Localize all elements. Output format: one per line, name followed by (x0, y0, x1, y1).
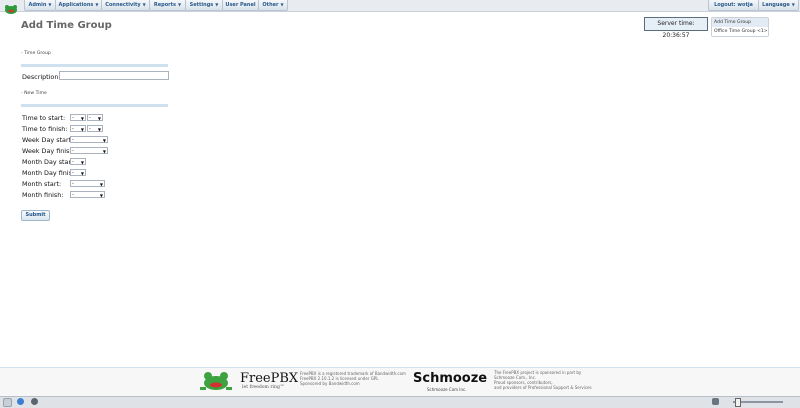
note-line: Sponsored by Bandwidth.com (300, 381, 360, 386)
month-start-select[interactable]: - ▼ (70, 180, 105, 187)
week-day-start-select[interactable]: - ▼ (70, 136, 108, 143)
week-day-start-label: Week Day start: (22, 136, 74, 144)
chevron-down-icon: ▼ (215, 2, 219, 7)
nav-connectivity[interactable]: Connectivity ▼ (101, 0, 150, 11)
description-input[interactable] (59, 71, 169, 80)
chevron-down-icon: ▼ (95, 2, 99, 7)
language-menu[interactable]: Language ▼ (758, 0, 799, 11)
speaker-icon[interactable] (31, 398, 38, 405)
chevron-down-icon: ▼ (99, 193, 103, 198)
chevron-down-icon: ▼ (99, 182, 103, 187)
right-nav-list: Add Time Group Office Time Group <1> (711, 17, 769, 37)
nav-label: Applications (58, 2, 94, 8)
server-time: Server time: 20:36:57 (644, 17, 708, 39)
month-day-start-label: Month Day start: (22, 158, 76, 166)
submit-button[interactable]: Submit (21, 210, 50, 221)
schmooze-note: The FreePBX project is sponsored in part… (494, 370, 592, 390)
page-title: Add Time Group (21, 20, 112, 31)
language-label: Language (762, 2, 790, 8)
select-value: - (72, 126, 74, 132)
zoom-slider-handle[interactable] (735, 398, 741, 407)
nav-settings[interactable]: Settings ▼ (185, 0, 223, 11)
time-finish-minute-select[interactable]: - ▼ (87, 125, 103, 132)
window-icon[interactable] (3, 398, 12, 407)
chevron-down-icon: ▼ (48, 2, 52, 7)
freepbx-frog-logo-icon[interactable] (2, 0, 20, 14)
time-start-label: Time to start: (22, 114, 66, 122)
select-value: - (72, 181, 74, 187)
week-day-finish-label: Week Day finish: (22, 147, 76, 155)
nav-admin[interactable]: Admin ▼ (24, 0, 56, 11)
nav-applications[interactable]: Applications ▼ (55, 0, 102, 11)
rnav-add-time-group[interactable]: Add Time Group (712, 18, 768, 27)
status-bar (0, 396, 800, 408)
time-finish-hour-select[interactable]: - ▼ (70, 125, 86, 132)
select-value: - (72, 137, 74, 143)
select-value: - (72, 192, 74, 198)
week-day-finish-select[interactable]: - ▼ (70, 147, 108, 154)
chevron-down-icon: ▼ (80, 127, 84, 132)
cloud-icon[interactable] (17, 398, 24, 405)
nav-label: Reports (153, 2, 176, 8)
chevron-down-icon: ▼ (178, 2, 182, 7)
section-new-time-label[interactable]: - New Time (21, 91, 47, 96)
chevron-down-icon: ▼ (791, 2, 795, 7)
logout-button[interactable]: Logout: wotja (708, 0, 759, 11)
chevron-down-icon: ▼ (80, 116, 84, 121)
note-line: and providers of Professional Support & … (494, 385, 592, 390)
month-start-label: Month start: (22, 180, 62, 188)
select-value: - (72, 115, 74, 121)
section-divider (21, 104, 168, 107)
month-day-finish-select[interactable]: - ▼ (70, 169, 86, 176)
nav-user-panel[interactable]: User Panel (222, 0, 259, 11)
nav-label: Other (262, 2, 279, 8)
nav-label: User Panel (225, 2, 256, 8)
section-time-group-label[interactable]: - Time Group (21, 51, 51, 56)
select-value: - (72, 159, 74, 165)
select-value: - (89, 115, 91, 121)
chevron-down-icon: ▼ (97, 127, 101, 132)
select-value: - (89, 126, 91, 132)
month-finish-select[interactable]: - ▼ (70, 191, 105, 198)
nav-reports[interactable]: Reports ▼ (149, 0, 186, 11)
nav-other[interactable]: Other ▼ (258, 0, 288, 11)
nav-label: Connectivity (105, 2, 141, 8)
freepbx-logo-text: FreePBX (240, 371, 299, 386)
time-finish-label: Time to finish: (22, 125, 68, 133)
chevron-down-icon: ▼ (102, 138, 106, 143)
nav-label: Admin (28, 2, 47, 8)
month-day-start-select[interactable]: - ▼ (70, 158, 86, 165)
select-value: - (72, 170, 74, 176)
section-divider (21, 64, 168, 67)
chevron-down-icon: ▼ (80, 160, 84, 165)
chevron-down-icon: ▼ (280, 2, 284, 7)
select-value: - (72, 148, 74, 154)
rnav-office-time-group[interactable]: Office Time Group <1> (712, 27, 768, 36)
chevron-down-icon: ▼ (102, 149, 106, 154)
freepbx-note: FreePBX is a registered trademark of Ban… (300, 371, 406, 386)
description-label-text: Description (22, 73, 59, 81)
time-start-hour-select[interactable]: - ▼ (70, 114, 86, 121)
logout-label: Logout: wotja (714, 2, 753, 8)
schmooze-logo-text[interactable]: Schmooze (413, 371, 487, 386)
chevron-down-icon: ▼ (80, 171, 84, 176)
display-icon[interactable] (712, 398, 719, 405)
chevron-down-icon: ▼ (142, 2, 146, 7)
nav-label: Settings (189, 2, 214, 8)
description-label: Description ° (22, 73, 62, 81)
chevron-down-icon: ▼ (97, 116, 101, 121)
month-finish-label: Month finish: (22, 191, 64, 199)
freepbx-tagline: let freedom ring™ (242, 385, 285, 390)
schmooze-subtitle: Schmooze Com Inc. (427, 387, 467, 392)
time-start-minute-select[interactable]: - ▼ (87, 114, 103, 121)
